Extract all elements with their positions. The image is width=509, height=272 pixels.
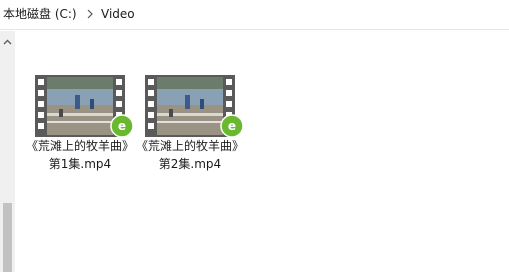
- file-item[interactable]: e 《荒滩上的牧羊曲》 第1集.mp4: [25, 72, 134, 182]
- file-name[interactable]: 《荒滩上的牧羊曲》 第2集.mp4: [135, 137, 245, 173]
- chevron-right-icon[interactable]: [85, 8, 95, 20]
- vertical-scrollbar[interactable]: [0, 31, 15, 272]
- svg-text:e: e: [228, 119, 236, 133]
- player-app-icon: e: [110, 114, 134, 138]
- svg-text:e: e: [118, 119, 126, 133]
- chevron-up-icon[interactable]: [2, 38, 13, 46]
- breadcrumb: 本地磁盘 (C:) Video: [0, 0, 509, 30]
- breadcrumb-item-folder[interactable]: Video: [101, 6, 135, 22]
- file-name[interactable]: 《荒滩上的牧羊曲》 第1集.mp4: [25, 137, 135, 173]
- player-app-icon: e: [220, 114, 244, 138]
- file-item[interactable]: e 《荒滩上的牧羊曲》 第2集.mp4: [135, 72, 244, 182]
- scrollbar-thumb[interactable]: [3, 203, 12, 272]
- explorer-window: 本地磁盘 (C:) Video e 《荒滩上的牧羊曲》 第1集.mp4 e 《荒…: [0, 0, 509, 272]
- breadcrumb-item-drive[interactable]: 本地磁盘 (C:): [3, 6, 77, 22]
